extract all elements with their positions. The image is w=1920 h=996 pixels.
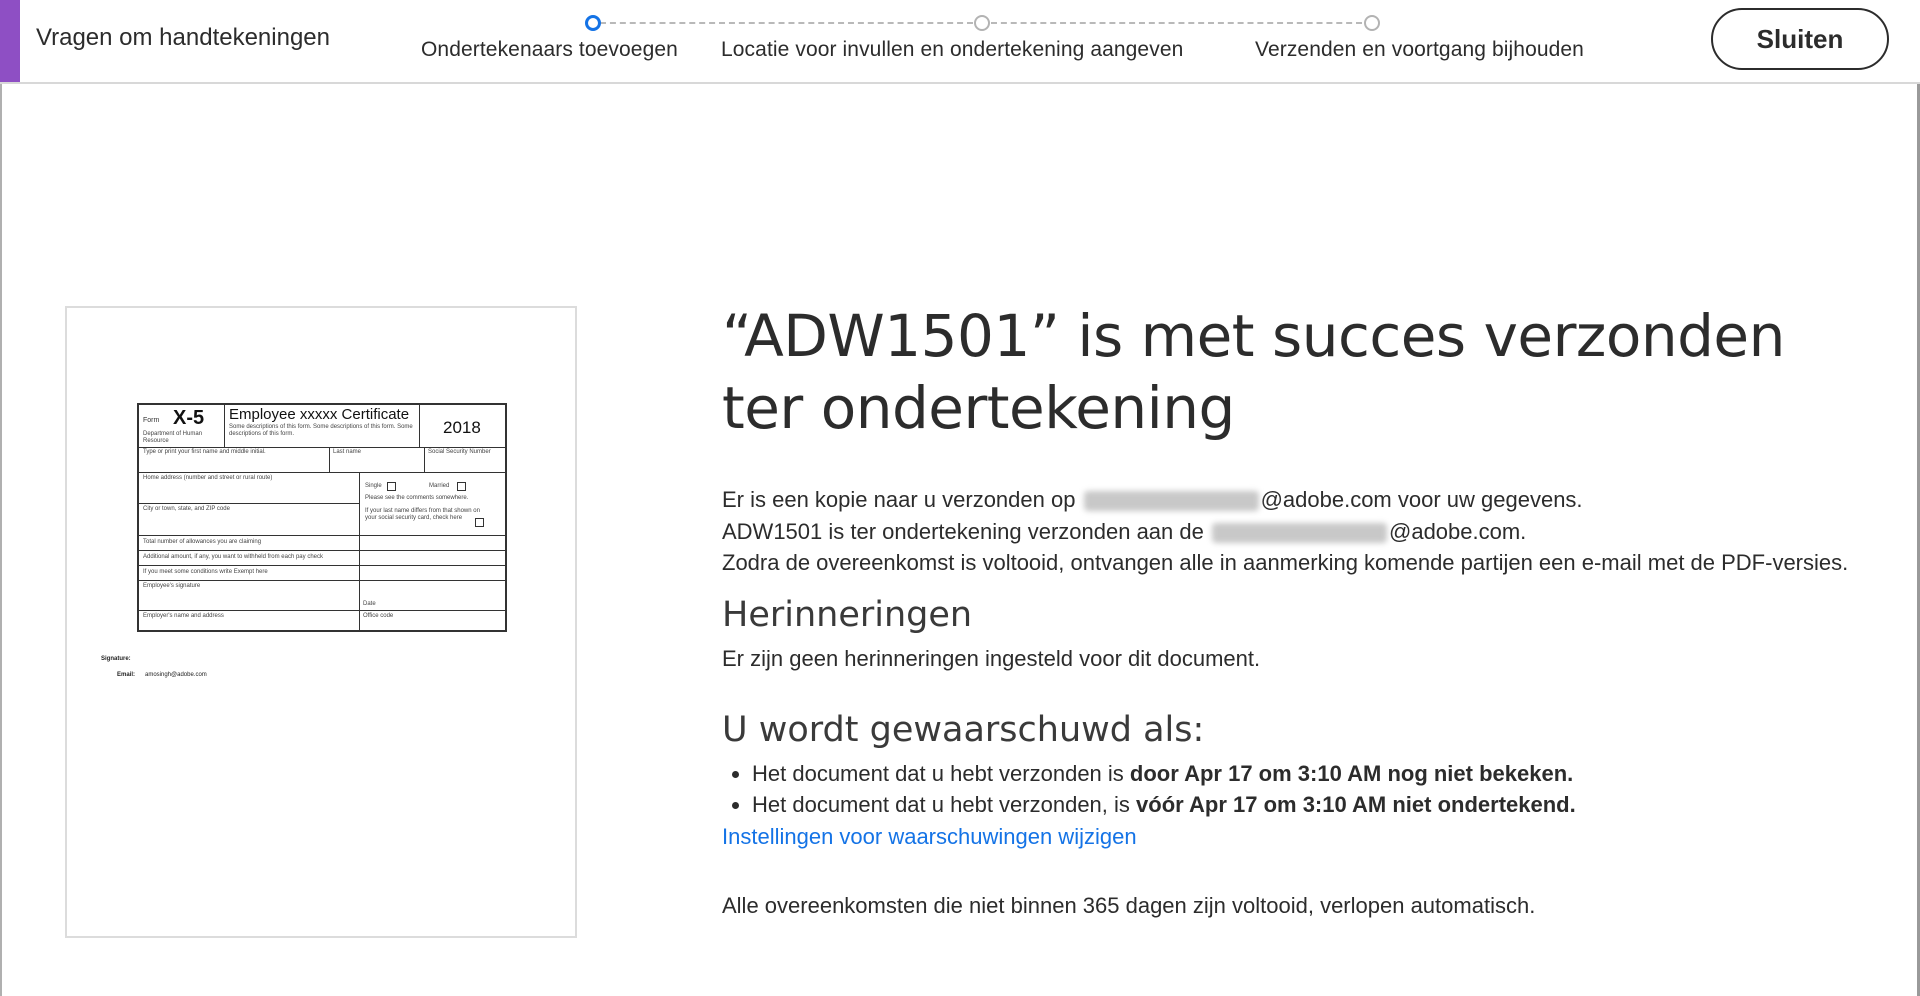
form-divider <box>139 580 505 581</box>
close-button[interactable]: Sluiten <box>1711 8 1889 70</box>
sent-to-suffix: @adobe.com. <box>1389 518 1527 544</box>
alert-prefix: Het document dat u hebt verzonden, is <box>752 792 1130 817</box>
redacted-email <box>1083 491 1259 512</box>
email-label: Email: <box>117 672 136 678</box>
alert-settings-link[interactable]: Instellingen voor waarschuwingen wijzige… <box>722 824 1137 850</box>
sent-to-prefix: ADW1501 is ter ondertekening verzonden a… <box>722 518 1204 544</box>
field-date: Date <box>363 601 376 607</box>
alert-condition: vóór Apr 17 om 3:10 AM niet ondertekend. <box>1136 792 1576 817</box>
field-home-address: Home address (number and street or rural… <box>143 475 273 481</box>
field-last-name: Last name <box>333 449 362 455</box>
window-border-left <box>0 84 2 996</box>
step-indicator-1 <box>585 15 601 31</box>
sent-to-line: ADW1501 is ter ondertekening verzonden a… <box>722 516 1872 548</box>
step-label-add-signers[interactable]: Ondertekenaars toevoegen <box>421 38 678 62</box>
form-year: 2018 <box>443 418 481 437</box>
form-divider <box>139 565 505 566</box>
confirmation-panel: “ADW1501” is met succes verzonden ter on… <box>722 300 1872 922</box>
form-department: Department of Human Resource <box>143 431 203 444</box>
progress-stepper: Ondertekenaars toevoegen Locatie voor in… <box>0 0 1920 84</box>
alert-item: Het document dat u hebt verzonden is doo… <box>752 758 1872 789</box>
step-indicator-2 <box>974 15 990 31</box>
field-city: City or town, state, and ZIP code <box>143 506 230 512</box>
top-bar: Vragen om handtekeningen Ondertekenaars … <box>0 0 1920 84</box>
alerts-title: U wordt gewaarschuwd als: <box>722 710 1205 750</box>
married-checkbox <box>457 482 466 491</box>
field-employee-signature: Employee's signature <box>143 583 201 589</box>
reminders-title: Herinneringen <box>722 594 973 635</box>
field-married: Married <box>429 483 450 489</box>
signature-label: Signature: <box>101 656 131 662</box>
alert-item: Het document dat u hebt verzonden, is vó… <box>752 789 1872 820</box>
document-thumbnail: Form X-5 Department of Human Resource Em… <box>65 306 577 938</box>
field-employer-name: Employer's name and address <box>143 613 224 619</box>
copy-sent-prefix: Er is een kopie naar u verzonden op <box>722 487 1076 512</box>
field-single: Single <box>365 483 382 489</box>
form-preview: Form X-5 Department of Human Resource Em… <box>137 403 507 632</box>
form-divider <box>139 610 505 611</box>
form-divider <box>139 550 505 551</box>
form-divider <box>139 472 505 473</box>
email-value: amosingh@adobe.com <box>145 672 207 678</box>
success-headline: “ADW1501” is met succes verzonden ter on… <box>722 302 1785 442</box>
form-divider <box>139 447 505 448</box>
form-number: X-5 <box>173 407 205 429</box>
reminders-text: Er zijn geen herinneringen ingesteld voo… <box>722 645 1261 671</box>
form-label: Form <box>143 417 160 424</box>
field-exempt: If you meet some conditions write Exempt… <box>143 569 268 575</box>
step-label-mark-fields[interactable]: Locatie voor invullen en ondertekening a… <box>721 38 1183 62</box>
copy-sent-line: Er is een kopie naar u verzonden op @ado… <box>722 484 1872 516</box>
step-indicator-3 <box>1364 15 1380 31</box>
form-divider <box>329 447 330 472</box>
alerts-list: Het document dat u hebt verzonden is doo… <box>722 758 1872 820</box>
form-title: Employee xxxxx Certificate <box>229 406 410 423</box>
form-divider <box>424 447 425 472</box>
step-connector <box>600 22 973 24</box>
alert-condition: door Apr 17 om 3:10 AM nog niet bekeken. <box>1129 761 1574 786</box>
step-label-send-track[interactable]: Verzenden en voortgang bijhouden <box>1255 38 1584 62</box>
form-divider <box>139 503 359 504</box>
field-first-name: Type or print your first name and middle… <box>143 449 266 455</box>
last-name-checkbox <box>475 518 484 527</box>
form-divider <box>359 472 360 632</box>
alert-prefix: Het document dat u hebt verzonden is <box>752 761 1124 786</box>
completion-note: Zodra de overeenkomst is voltooid, ontva… <box>722 550 1849 575</box>
copy-sent-suffix: @adobe.com voor uw gegevens. <box>1260 487 1583 512</box>
field-office-code: Office code <box>363 613 394 619</box>
step-connector <box>991 22 1362 24</box>
expiry-note: Alle overeenkomsten die niet binnen 365 … <box>722 893 1536 918</box>
field-last-name-differs: If your last name differs from that show… <box>365 508 480 521</box>
field-comments: Please see the comments somewhere. <box>365 495 469 501</box>
redacted-email <box>1212 522 1387 543</box>
field-additional-amount: Additional amount, if any, you want to w… <box>143 554 323 560</box>
form-description: Some descriptions of this form. Some des… <box>229 424 413 437</box>
form-divider <box>139 535 505 536</box>
field-ssn: Social Security Number <box>428 449 491 455</box>
form-divider <box>224 405 225 447</box>
single-checkbox <box>387 482 396 491</box>
field-allowances: Total number of allowances you are claim… <box>143 539 262 545</box>
form-divider <box>419 405 420 447</box>
